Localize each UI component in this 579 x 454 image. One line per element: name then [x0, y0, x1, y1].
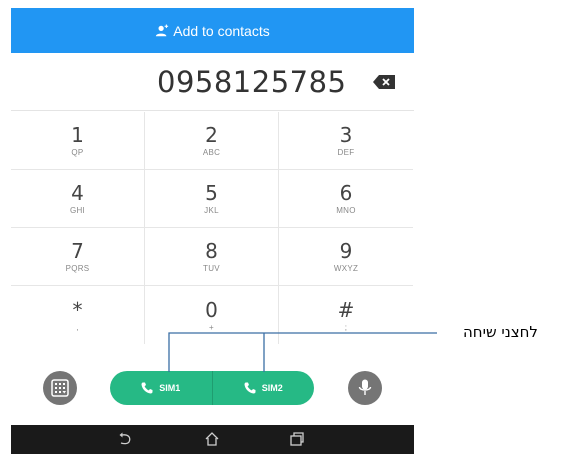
- dialer-screen: Add to contacts 0958125785 1 QP 2 ABC 3 …: [11, 8, 414, 454]
- number-display: 0958125785: [11, 53, 414, 111]
- key-1[interactable]: 1 QP: [11, 112, 145, 170]
- key-letters: QP: [71, 148, 84, 157]
- microphone-icon: [358, 379, 372, 395]
- voice-search-button[interactable]: [348, 371, 382, 405]
- key-0[interactable]: 0 +: [145, 286, 279, 344]
- key-letters: ,: [76, 322, 79, 332]
- key-digit: *: [72, 297, 83, 322]
- key-digit: 9: [339, 239, 353, 263]
- key-letters: MNO: [336, 206, 356, 215]
- key-letters: ABC: [202, 148, 221, 157]
- key-digit: 4: [71, 181, 84, 205]
- call-action-bar: SIM1 SIM2: [11, 347, 414, 425]
- key-letters: TUV: [203, 264, 220, 273]
- system-nav-bar: [11, 425, 414, 454]
- call-sim2-button[interactable]: SIM2: [211, 371, 315, 405]
- call-sim1-button[interactable]: SIM1: [110, 371, 212, 405]
- key-hash[interactable]: # ;: [279, 286, 413, 344]
- back-icon[interactable]: [117, 431, 133, 447]
- key-8[interactable]: 8 TUV: [145, 228, 279, 286]
- dialpad-toggle-button[interactable]: [43, 371, 77, 405]
- phone-icon: [244, 382, 256, 394]
- key-digit: #: [337, 297, 355, 322]
- key-4[interactable]: 4 GHI: [11, 170, 145, 228]
- key-digit: 7: [71, 239, 84, 263]
- phone-icon: [141, 382, 153, 394]
- key-5[interactable]: 5 JKL: [145, 170, 279, 228]
- key-9[interactable]: 9 WXYZ: [279, 228, 413, 286]
- key-7[interactable]: 7 PQRS: [11, 228, 145, 286]
- call-buttons-annotation: לחצני שיחה: [463, 323, 538, 341]
- key-letters: +: [209, 322, 214, 332]
- key-digit: 0: [205, 297, 218, 322]
- sim1-label: SIM1: [159, 383, 181, 393]
- key-star[interactable]: * ,: [11, 286, 145, 344]
- key-letters: DEF: [337, 148, 355, 157]
- key-digit: 5: [205, 181, 218, 205]
- sim2-label: SIM2: [261, 383, 283, 393]
- key-digit: 8: [205, 239, 218, 263]
- add-to-contacts-label: Add to contacts: [173, 22, 270, 39]
- call-buttons-group: SIM1 SIM2: [110, 371, 314, 405]
- key-digit: 6: [339, 181, 353, 205]
- dialed-number[interactable]: 0958125785: [157, 65, 347, 99]
- add-person-icon: [156, 24, 169, 36]
- key-letters: ;: [344, 322, 348, 332]
- key-letters: GHI: [69, 206, 86, 215]
- add-to-contacts-bar[interactable]: Add to contacts: [11, 8, 414, 53]
- key-letters: JKL: [204, 206, 219, 215]
- key-letters: WXYZ: [333, 264, 359, 273]
- key-letters: PQRS: [65, 264, 90, 273]
- key-3[interactable]: 3 DEF: [279, 112, 413, 170]
- key-digit: 1: [71, 123, 84, 147]
- recent-apps-icon[interactable]: [289, 431, 305, 447]
- dialpad-icon: [51, 379, 69, 397]
- key-digit: 2: [205, 123, 218, 147]
- key-digit: 3: [339, 123, 353, 147]
- key-2[interactable]: 2 ABC: [145, 112, 279, 170]
- keypad: 1 QP 2 ABC 3 DEF 4 GHI 5 JKL 6 MNO 7 PQR…: [11, 112, 414, 347]
- home-icon[interactable]: [204, 431, 220, 447]
- backspace-icon[interactable]: [373, 75, 395, 89]
- key-6[interactable]: 6 MNO: [279, 170, 413, 228]
